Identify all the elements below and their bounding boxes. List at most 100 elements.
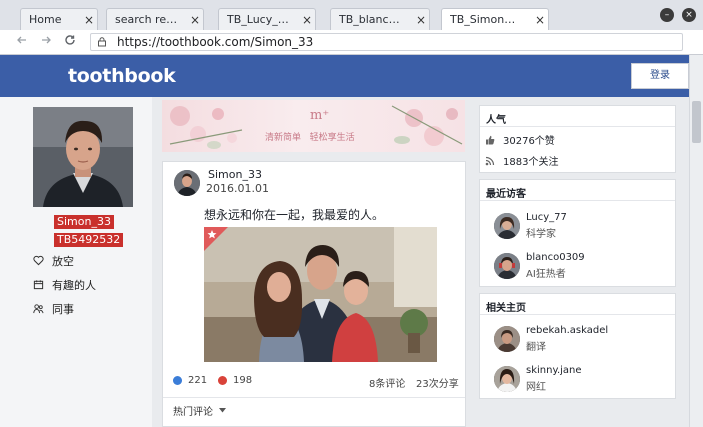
popularity-card: 人气 30276个赞 1883个关注 — [479, 105, 676, 173]
site-logo[interactable]: toothbook — [68, 65, 176, 87]
like-button[interactable]: 221 — [173, 375, 207, 386]
page-viewport: toothbook 登录 Simon_33 TB5492532 放空 有趣的人 … — [0, 55, 689, 427]
sidebar-item-label: 有趣的人 — [52, 279, 96, 292]
profile-name: Simon_33 — [54, 215, 114, 229]
post-author-avatar[interactable] — [174, 170, 200, 196]
thumbs-up-icon — [485, 135, 495, 145]
login-button[interactable]: 登录 — [631, 63, 689, 89]
tab-home[interactable]: Home × — [20, 8, 98, 30]
sidebar-item-fangkong[interactable]: 放空 — [32, 253, 142, 269]
calendar-icon — [32, 279, 44, 291]
tab-lucy[interactable]: TB_Lucy_… × — [218, 8, 316, 30]
comment-count: 8条评论 — [369, 379, 406, 390]
share-count: 23次分享 — [416, 379, 459, 390]
profile-avatar[interactable] — [33, 107, 133, 207]
forward-button[interactable] — [38, 34, 54, 50]
popularity-title: 人气 — [486, 115, 506, 126]
banner-ad[interactable]: m⁺ 清新简单 轻松享生活 — [162, 100, 465, 152]
reload-button[interactable] — [62, 34, 78, 50]
close-icon[interactable]: × — [413, 13, 429, 27]
arrow-right-icon — [42, 36, 51, 44]
arrow-left-icon — [17, 36, 26, 44]
tab-simon[interactable]: TB_Simon… × — [441, 8, 549, 30]
divider — [480, 200, 675, 201]
star-icon — [204, 227, 228, 251]
comments-link[interactable]: 8条评论 — [369, 375, 405, 390]
profile-id: TB5492532 — [54, 233, 124, 247]
divider — [480, 126, 675, 127]
likes-total: 30276个赞 — [503, 136, 555, 147]
close-icon[interactable]: × — [187, 13, 203, 27]
thumbs-down-icon — [218, 376, 227, 385]
url-text: https://toothbook.com/Simon_33 — [117, 35, 314, 49]
tab-strip: Home × search re… × TB_Lucy_… × TB_blanc… — [0, 0, 703, 30]
rss-icon — [485, 156, 495, 166]
close-icon[interactable]: × — [299, 13, 315, 27]
people-icon — [32, 303, 44, 315]
followers-total: 1883个关注 — [503, 157, 559, 168]
sidebar-item-label: 放空 — [52, 255, 74, 268]
post-date: 2016.01.01 — [206, 182, 269, 195]
post-text: 想永远和你在一起，我最爱的人。 — [204, 208, 385, 222]
tab-blanco[interactable]: TB_blanc… × — [330, 8, 430, 30]
related-pages-title: 相关主页 — [486, 303, 526, 314]
sidebar-item-interesting-people[interactable]: 有趣的人 — [32, 277, 142, 293]
post-divider — [163, 397, 465, 398]
hot-comments-label: 热门评论 — [173, 407, 213, 418]
address-bar: https://toothbook.com/Simon_33 — [0, 30, 703, 55]
related-page-role: 翻译 — [526, 342, 546, 353]
chevron-down-icon — [219, 405, 226, 416]
visitor-name[interactable]: blanco0309 — [526, 252, 585, 263]
avatar[interactable] — [494, 253, 520, 279]
scrollbar-thumb[interactable] — [692, 101, 701, 143]
heart-icon — [32, 255, 44, 267]
profile-sidebar: Simon_33 TB5492532 放空 有趣的人 同事 — [0, 97, 152, 427]
vertical-scrollbar[interactable] — [689, 55, 703, 427]
window-close-button[interactable]: × — [682, 8, 696, 22]
tab-label: TB_Simon… — [450, 13, 516, 26]
tab-label: TB_blanc… — [339, 13, 400, 26]
tab-search-results[interactable]: search re… × — [106, 8, 204, 30]
popularity-followers: 1883个关注 — [485, 153, 558, 168]
dislike-button[interactable]: 198 — [218, 375, 252, 386]
recent-visitors-title: 最近访客 — [486, 189, 526, 200]
visitor-role: AI狂热者 — [526, 269, 566, 280]
avatar[interactable] — [494, 326, 520, 352]
avatar[interactable] — [494, 213, 520, 239]
close-icon[interactable]: × — [81, 13, 97, 27]
window-minimize-button[interactable]: – — [660, 8, 674, 22]
back-button[interactable] — [14, 34, 30, 50]
lock-icon — [97, 37, 109, 47]
site-header: toothbook 登录 — [0, 55, 689, 97]
sidebar-item-label: 同事 — [52, 303, 74, 316]
post-author-name[interactable]: Simon_33 — [208, 168, 262, 181]
sidebar-item-colleagues[interactable]: 同事 — [32, 301, 142, 317]
related-page-name[interactable]: rebekah.askadel — [526, 325, 608, 336]
post-photo[interactable] — [204, 227, 437, 362]
recent-visitors-card: 最近访客 Lucy_77 科学家 blanco0309 AI狂热者 — [479, 179, 676, 287]
related-pages-card: 相关主页 rebekah.askadel 翻译 skinny.jane 网红 — [479, 293, 676, 399]
reload-icon — [65, 35, 75, 45]
banner-caption: 清新简单 轻松享生活 — [265, 133, 355, 143]
tab-label: search re… — [115, 13, 178, 26]
avatar[interactable] — [494, 366, 520, 392]
visitor-role: 科学家 — [526, 229, 556, 240]
hot-comments-dropdown[interactable]: 热门评论 — [173, 403, 226, 418]
tab-label: TB_Lucy_… — [227, 13, 289, 26]
popularity-likes: 30276个赞 — [485, 132, 555, 147]
divider — [480, 314, 675, 315]
related-page-name[interactable]: skinny.jane — [526, 365, 582, 376]
related-page-role: 网红 — [526, 382, 546, 393]
visitor-name[interactable]: Lucy_77 — [526, 212, 567, 223]
thumbs-up-icon — [173, 376, 182, 385]
like-count: 221 — [188, 375, 208, 386]
shares-link[interactable]: 23次分享 — [416, 375, 459, 390]
dislike-count: 198 — [233, 375, 253, 386]
browser-window: Home × search re… × TB_Lucy_… × TB_blanc… — [0, 0, 703, 427]
post-stats: 221 198 8条评论 23次分享 — [173, 375, 461, 390]
close-icon[interactable]: × — [532, 13, 548, 27]
post-card: Simon_33 2016.01.01 想永远和你在一起，我最爱的人。 221 … — [162, 161, 466, 427]
tab-label: Home — [29, 13, 62, 26]
banner-logo: m⁺ — [310, 108, 330, 123]
url-field[interactable]: https://toothbook.com/Simon_33 — [90, 33, 683, 51]
